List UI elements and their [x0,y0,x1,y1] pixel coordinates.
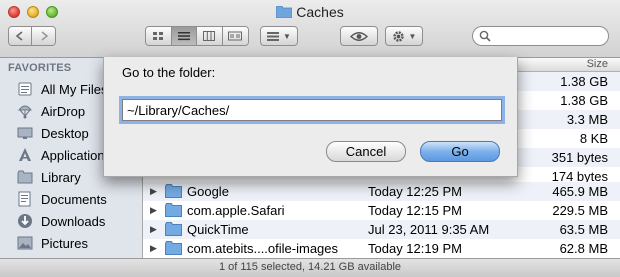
folder-icon [276,6,293,18]
sidebar-item-label: Pictures [41,235,88,251]
row-date: Jul 23, 2011 9:35 AM [368,222,490,237]
sidebar-item-label: Downloads [41,213,106,229]
sidebar-item-pictures[interactable]: Pictures [16,232,142,254]
gear-icon [392,30,404,42]
go-to-folder-sheet: Go to the folder: Cancel Go [103,57,518,177]
list-view-button[interactable] [171,27,197,45]
folder-path-input[interactable] [122,99,502,121]
row-size: 8 KB [579,131,608,146]
folder-icon [165,184,182,198]
icon-view-icon [153,32,164,40]
search-field[interactable] [472,26,609,46]
cancel-button[interactable]: Cancel [326,141,406,162]
forward-button[interactable] [32,27,55,45]
disclosure-triangle-icon[interactable]: ▶ [150,205,157,216]
desktop-icon [16,124,34,142]
table-row[interactable]: ▶ QuickTime Jul 23, 2011 9:35 AM 63.5 MB [143,220,620,239]
row-name: com.atebits....ofile-images [187,241,339,256]
status-bar: 1 of 115 selected, 14.21 GB available [0,258,620,277]
table-row[interactable]: ▶ com.atebits....ofile-images Today 12:1… [143,239,620,258]
back-arrow-icon [15,31,23,41]
window-title-bar: Caches [0,4,620,20]
row-size: 3.3 MB [566,112,608,127]
row-size: 1.38 GB [560,74,608,89]
arrange-button[interactable]: ▼ [260,26,298,46]
chevron-down-icon: ▼ [283,31,291,41]
row-size: 465.9 MB [552,184,608,199]
folder-icon [165,222,182,236]
folder-icon [165,241,182,255]
table-row[interactable]: ▶ com.apple.Safari Today 12:15 PM 229.5 … [143,201,620,220]
go-to-folder-label: Go to the folder: [122,65,216,80]
airdrop-icon [16,102,34,120]
sidebar-item-label: Desktop [41,125,89,141]
sidebar-item-label: Library [41,169,81,185]
table-row[interactable]: ▶ Google Today 12:25 PM 465.9 MB [143,182,620,201]
row-name: QuickTime [187,222,249,237]
applications-icon [16,146,34,164]
row-date: Today 12:15 PM [368,203,462,218]
sidebar-item-downloads[interactable]: Downloads [16,210,142,232]
row-size: 62.8 MB [559,241,608,256]
view-mode-control[interactable] [145,26,249,46]
sidebar-item-label: Documents [41,191,107,207]
row-name: com.apple.Safari [187,203,285,218]
row-date: Today 12:25 PM [368,184,462,199]
pictures-icon [16,234,34,252]
action-button[interactable]: ▼ [385,26,423,46]
sidebar-item-label: All My Files [41,81,108,97]
back-button[interactable] [9,27,32,45]
sidebar-item-documents[interactable]: Documents [16,188,142,210]
folder-icon [16,168,34,186]
folder-icon [165,203,182,217]
disclosure-triangle-icon[interactable]: ▶ [150,186,157,197]
column-view-button[interactable] [197,27,223,45]
forward-arrow-icon [41,31,48,41]
sidebar-item-label: Applications [41,147,112,163]
size-column-header[interactable]: Size [587,58,608,70]
quicklook-button[interactable] [340,26,378,46]
row-size: 63.5 MB [559,222,608,237]
disclosure-triangle-icon[interactable]: ▶ [150,224,157,235]
window-toolbar: Caches ▼ ▼ [0,0,620,58]
list-view-icon [177,32,190,41]
back-forward-control[interactable] [8,26,56,46]
go-button[interactable]: Go [420,141,500,162]
row-size: 351 bytes [551,150,608,165]
arrange-grid-icon [267,32,280,41]
icon-view-button[interactable] [146,27,172,45]
sidebar-header: FAVORITES [8,62,72,74]
coverflow-view-button[interactable] [222,27,248,45]
row-size: 1.38 GB [560,93,608,108]
sidebar-item-label: AirDrop [41,103,86,119]
disclosure-triangle-icon[interactable]: ▶ [150,243,157,254]
eye-icon [350,31,368,41]
chevron-down-icon: ▼ [408,31,417,41]
row-date: Today 12:19 PM [368,241,462,256]
row-name: Google [187,184,229,199]
coverflow-view-icon [228,31,243,41]
search-icon [479,30,491,42]
documents-icon [16,190,34,208]
row-size: 229.5 MB [552,203,608,218]
all-files-icon [16,80,34,98]
column-view-icon [203,31,216,41]
status-text: 1 of 115 selected, 14.21 GB available [218,261,402,273]
window-title: Caches [296,4,344,20]
downloads-icon [16,212,34,230]
